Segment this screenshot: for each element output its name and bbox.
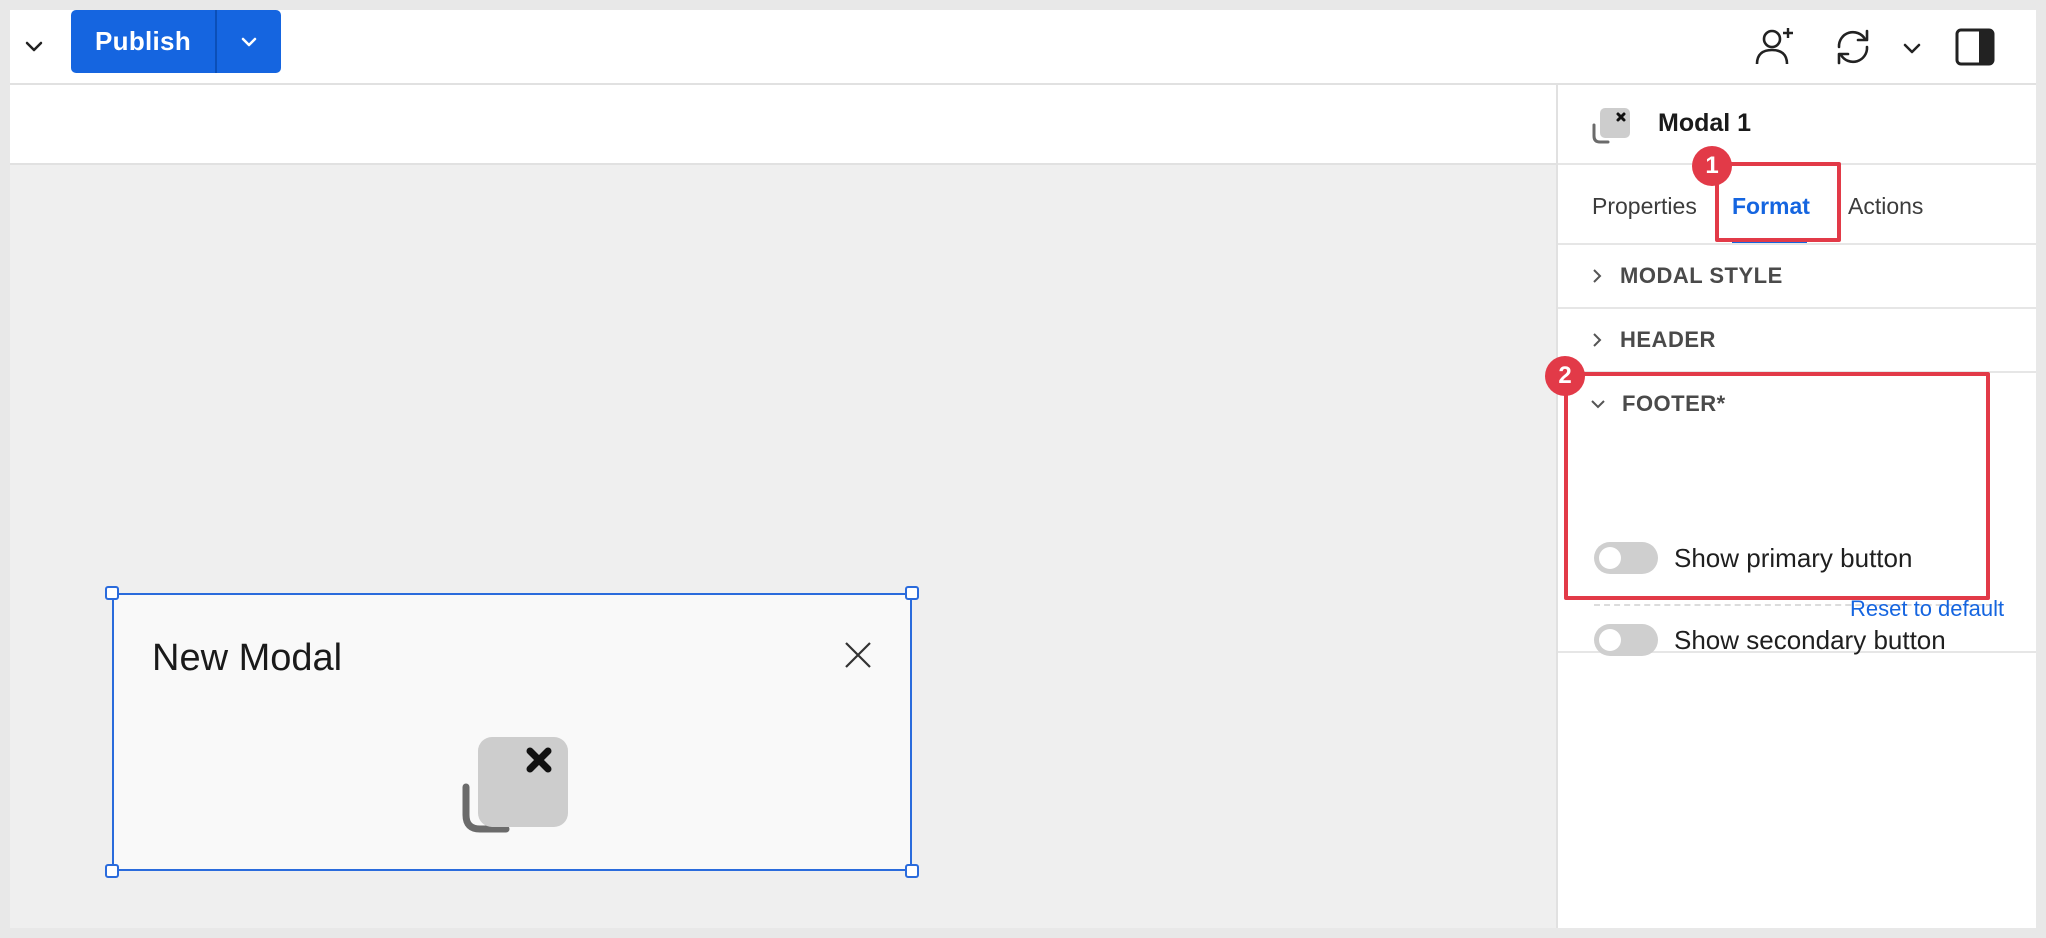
resize-handle-bottom-right[interactable]: [905, 864, 919, 878]
section-header[interactable]: HEADER: [1558, 309, 2036, 373]
tab-properties[interactable]: Properties: [1592, 193, 1697, 220]
modal-icon: [1592, 105, 1632, 145]
section-modal-style[interactable]: MODAL STYLE: [1558, 245, 2036, 309]
resize-handle-bottom-left[interactable]: [105, 864, 119, 878]
menu-chevron-down-icon[interactable]: [16, 28, 52, 64]
modal-icon: [462, 731, 572, 841]
callout-badge-1: 1: [1692, 146, 1732, 186]
resize-handle-top-left[interactable]: [105, 586, 119, 600]
panel-toggle-icon[interactable]: [1950, 22, 2000, 72]
section-label: MODAL STYLE: [1620, 263, 1783, 288]
modal-title: New Modal: [152, 637, 343, 679]
resize-handle-top-right[interactable]: [905, 586, 919, 600]
callout-badge-2: 2: [1545, 356, 1585, 396]
toggle-label: Show secondary button: [1674, 624, 1946, 655]
section-modal-style-header: MODAL STYLE: [1590, 263, 1783, 289]
refresh-icon[interactable]: [1828, 22, 1878, 72]
publish-button[interactable]: Publish: [71, 10, 215, 73]
canvas-toolbar: [10, 85, 1556, 165]
close-icon[interactable]: [840, 637, 876, 673]
chevron-right-icon: [1593, 269, 1602, 283]
callout-box-footer: [1564, 372, 1990, 600]
refresh-options-chevron-down-icon[interactable]: [1898, 34, 1926, 62]
section-label: HEADER: [1620, 327, 1716, 352]
secondary-button-toggle[interactable]: [1594, 624, 1658, 656]
app-frame: Publish New Modal Modal 1 Properties For…: [10, 10, 2036, 928]
chevron-right-icon: [1593, 333, 1602, 347]
tab-actions[interactable]: Actions: [1848, 193, 1923, 220]
publish-options-chevron-down-icon[interactable]: [217, 10, 281, 73]
modal-element[interactable]: New Modal: [105, 586, 919, 878]
add-user-icon[interactable]: [1750, 22, 1800, 72]
section-header-header: HEADER: [1590, 327, 1716, 353]
publish-button-group: Publish: [71, 10, 281, 73]
panel-header: Modal 1: [1558, 85, 2036, 165]
callout-box-format-tab: [1715, 162, 1841, 242]
top-toolbar: Publish: [10, 10, 2036, 85]
toggle-row-secondary: Show secondary button: [1594, 624, 1946, 656]
panel-title: Modal 1: [1658, 109, 1752, 137]
